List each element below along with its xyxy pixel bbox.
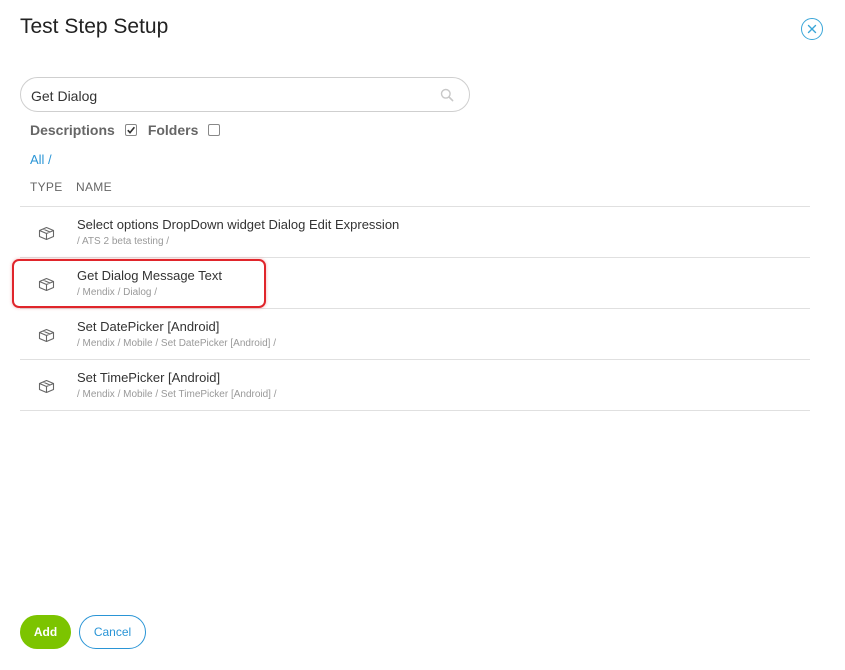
step-path: / Mendix / Dialog /	[77, 287, 158, 298]
table-row[interactable]: Get Dialog Message Text / Mendix / Dialo…	[20, 258, 810, 309]
box-icon	[38, 379, 55, 394]
step-name: Set TimePicker [Android]	[77, 370, 221, 385]
table-row[interactable]: Select options DropDown widget Dialog Ed…	[20, 207, 810, 258]
step-path: / Mendix / Mobile / Set DatePicker [Andr…	[77, 338, 276, 349]
cancel-button[interactable]: Cancel	[79, 615, 146, 649]
folders-label: Folders	[147, 122, 199, 138]
box-icon	[38, 277, 55, 292]
folders-checkbox[interactable]	[208, 124, 221, 136]
step-path: / Mendix / Mobile / Set TimePicker [Andr…	[77, 389, 277, 400]
close-circle-icon	[807, 24, 817, 34]
add-button[interactable]: Add	[20, 615, 71, 649]
box-icon	[38, 328, 55, 343]
search-box	[20, 77, 470, 113]
descriptions-checkbox[interactable]	[124, 124, 137, 136]
filter-options: Descriptions Folders	[30, 122, 231, 138]
search-input[interactable]	[29, 78, 433, 113]
step-name: Set DatePicker [Android]	[77, 319, 220, 334]
column-header-type: TYPE	[30, 180, 63, 194]
column-header-name: NAME	[76, 180, 112, 194]
descriptions-label: Descriptions	[30, 122, 115, 138]
table-row[interactable]: Set TimePicker [Android] / Mendix / Mobi…	[20, 360, 810, 411]
checkmark-icon	[127, 126, 135, 134]
step-name: Select options DropDown widget Dialog Ed…	[77, 217, 400, 232]
dialog-title: Test Step Setup	[20, 15, 169, 38]
step-name: Get Dialog Message Text	[77, 268, 222, 283]
results-list: Select options DropDown widget Dialog Ed…	[20, 206, 810, 411]
breadcrumb-all[interactable]: All /	[30, 152, 52, 167]
step-path: / ATS 2 beta testing /	[77, 236, 170, 247]
box-icon	[38, 226, 55, 241]
close-button[interactable]	[801, 18, 823, 40]
table-row[interactable]: Set DatePicker [Android] / Mendix / Mobi…	[20, 309, 810, 360]
search-icon[interactable]	[440, 88, 454, 102]
